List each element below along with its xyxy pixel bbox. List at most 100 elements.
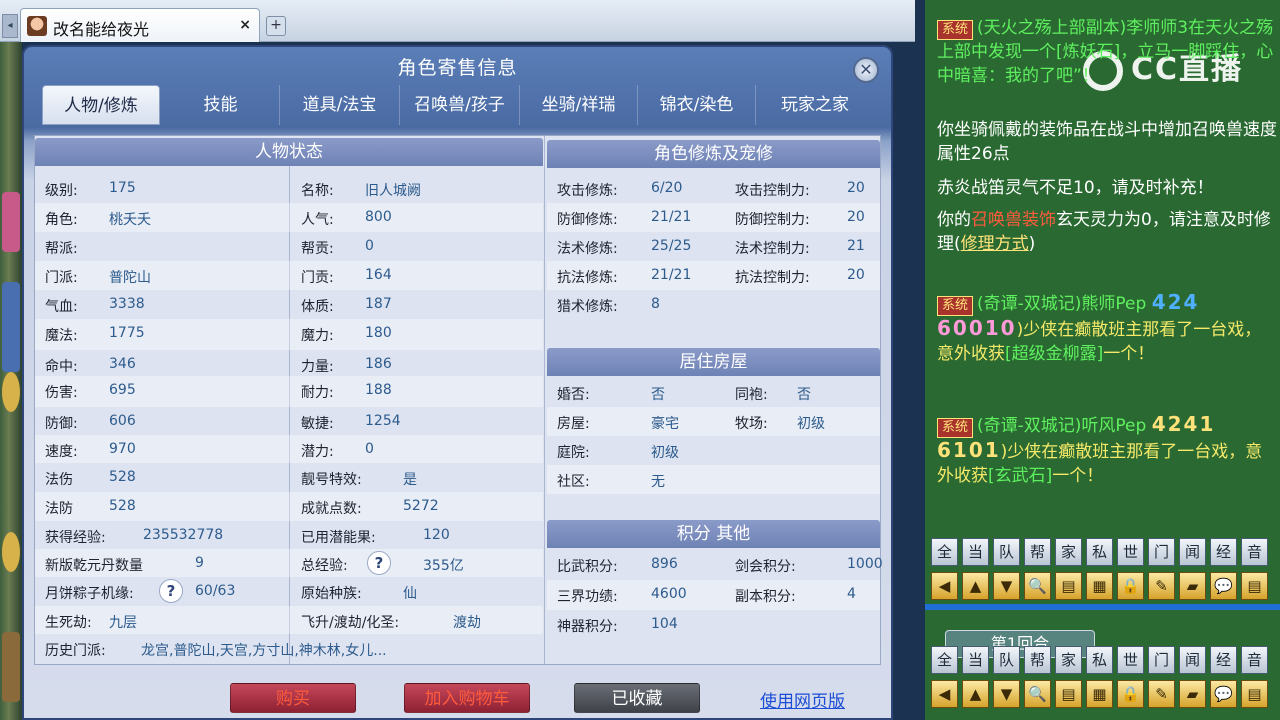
tab-outfits-dye[interactable]: 锦衣/染色 xyxy=(638,85,756,125)
channel-button[interactable]: 门 xyxy=(1148,646,1175,674)
channel-button[interactable]: 经 xyxy=(1210,646,1237,674)
repair-method-link[interactable]: 修理方式 xyxy=(961,234,1029,254)
channel-button[interactable]: 当 xyxy=(962,646,989,674)
channel-button[interactable]: 私 xyxy=(1086,538,1113,566)
web-version-link[interactable]: 使用网页版 xyxy=(760,687,845,712)
tool-button[interactable]: 🔒 xyxy=(1117,572,1144,600)
cultivation-value: 20 xyxy=(847,267,865,283)
tool-button[interactable]: ▼ xyxy=(993,572,1020,600)
cultivation-row: 法术修炼: 25/25 法术控制力: 21 xyxy=(547,232,880,261)
cultivation-grid: 攻击修炼: 6/20 攻击控制力: 20 防御修炼: 21/21 防御控制力: 20 法术修炼:… xyxy=(547,174,880,319)
stat-value: 0 xyxy=(365,441,374,457)
tool-button[interactable]: 🔒 xyxy=(1117,680,1144,708)
points-label: 比武积分: xyxy=(557,559,618,575)
cultivation-value: 20 xyxy=(847,180,865,196)
channel-button[interactable]: 全 xyxy=(931,538,958,566)
message-text: (奇谭-双城记)熊师Pep xyxy=(977,294,1147,314)
tool-button[interactable]: ◀ xyxy=(931,572,958,600)
housing-row: 婚否: 否 同袍: 否 xyxy=(547,378,880,407)
tab-favicon-icon xyxy=(27,16,47,36)
stat-value: 1254 xyxy=(365,413,401,429)
channel-button[interactable]: 当 xyxy=(962,538,989,566)
channel-button[interactable]: 家 xyxy=(1055,538,1082,566)
housing-label: 庭院: xyxy=(557,445,590,461)
channel-button[interactable]: 经 xyxy=(1210,538,1237,566)
message-text: 一个！ xyxy=(1052,466,1104,486)
tool-button-bar: ◀ ▲ ▼ 🔍 ▤ ▦ 🔒 ✎ ▰ 💬 ▤ xyxy=(931,572,1280,600)
item-link[interactable]: [超级金柳露] xyxy=(1005,344,1103,364)
number-badge: 6101 xyxy=(937,438,1001,462)
channel-button[interactable]: 音 xyxy=(1241,646,1268,674)
housing-label: 社区: xyxy=(557,474,590,490)
tab-mounts[interactable]: 坐骑/祥瑞 xyxy=(520,85,638,125)
tab-scroll-left-button[interactable]: ◂ xyxy=(2,14,18,38)
help-icon[interactable]: ? xyxy=(367,551,391,575)
tool-button[interactable]: ▤ xyxy=(1055,680,1082,708)
channel-button[interactable]: 私 xyxy=(1086,646,1113,674)
number-badge: 60010 xyxy=(937,316,1017,340)
tool-button[interactable]: ▲ xyxy=(962,572,989,600)
tool-button[interactable]: 🔍 xyxy=(1024,680,1051,708)
stat-value: 龙宫,普陀山,天宫,方寸山,神木林,女儿... xyxy=(141,643,387,659)
points-value: 896 xyxy=(651,556,678,572)
channel-button[interactable]: 全 xyxy=(931,646,958,674)
stat-label: 成就点数: xyxy=(301,501,362,517)
channel-button[interactable]: 队 xyxy=(993,538,1020,566)
tab-items-treasures[interactable]: 道具/法宝 xyxy=(280,85,400,125)
stat-value: 9 xyxy=(195,555,204,571)
stat-label: 速度: xyxy=(45,444,78,460)
number-badge: 4241 xyxy=(1151,412,1216,436)
stat-value: 5272 xyxy=(403,498,439,514)
tab-skills[interactable]: 技能 xyxy=(162,85,280,125)
screen: ◂ 改名能给夜光 × + 角色寄售信息 ✕ 人物/修炼 技能 道具/法宝 召唤兽… xyxy=(0,0,1280,720)
tool-button[interactable]: ▦ xyxy=(1086,680,1113,708)
buy-button[interactable]: 购买 xyxy=(230,683,356,713)
tab-player-home[interactable]: 玩家之家 xyxy=(756,85,874,125)
tool-button[interactable]: ✎ xyxy=(1148,680,1175,708)
channel-button[interactable]: 音 xyxy=(1241,538,1268,566)
tab-character-cultivation[interactable]: 人物/修炼 xyxy=(42,85,160,125)
tab-close-icon[interactable]: × xyxy=(239,17,251,33)
help-icon[interactable]: ? xyxy=(159,579,183,603)
tool-button[interactable]: 💬 xyxy=(1210,572,1237,600)
channel-button[interactable]: 帮 xyxy=(1024,646,1051,674)
channel-button[interactable]: 世 xyxy=(1117,646,1144,674)
cultivation-value: 8 xyxy=(651,296,660,312)
browser-page-tab[interactable]: 改名能给夜光 × xyxy=(20,8,260,42)
channel-button[interactable]: 队 xyxy=(993,646,1020,674)
stat-label: 魔力: xyxy=(301,328,334,344)
favorited-button[interactable]: 已收藏 xyxy=(574,683,700,713)
cultivation-label: 攻击控制力: xyxy=(735,183,810,199)
stat-value: 60/63 xyxy=(195,583,236,599)
item-link[interactable]: [玄武石] xyxy=(988,466,1052,486)
new-tab-button[interactable]: + xyxy=(266,16,286,36)
tool-button[interactable]: ▼ xyxy=(993,680,1020,708)
channel-button[interactable]: 世 xyxy=(1117,538,1144,566)
chat-separator xyxy=(925,604,1280,610)
channel-button[interactable]: 门 xyxy=(1148,538,1175,566)
cultivation-label: 抗法控制力: xyxy=(735,270,810,286)
tool-button[interactable]: ▰ xyxy=(1179,572,1206,600)
tool-button[interactable]: ▤ xyxy=(1241,572,1268,600)
dialog-close-icon[interactable]: ✕ xyxy=(853,57,879,83)
channel-button[interactable]: 闻 xyxy=(1179,646,1206,674)
tool-button[interactable]: ✎ xyxy=(1148,572,1175,600)
stat-value: 120 xyxy=(423,527,450,543)
tool-button[interactable]: ▤ xyxy=(1055,572,1082,600)
tool-button[interactable]: ▲ xyxy=(962,680,989,708)
housing-value: 否 xyxy=(651,387,665,403)
message-text: 赤炎战笛灵气不足10，请及时补充！ xyxy=(937,178,1214,198)
tool-button[interactable]: ▦ xyxy=(1086,572,1113,600)
stat-value: 3338 xyxy=(109,296,145,312)
channel-button[interactable]: 家 xyxy=(1055,646,1082,674)
tab-summons-children[interactable]: 召唤兽/孩子 xyxy=(400,85,520,125)
channel-button[interactable]: 帮 xyxy=(1024,538,1051,566)
tool-button[interactable]: ▤ xyxy=(1241,680,1268,708)
tool-button[interactable]: 💬 xyxy=(1210,680,1237,708)
tool-button[interactable]: ▰ xyxy=(1179,680,1206,708)
dialog-tabs: 人物/修炼 技能 道具/法宝 召唤兽/孩子 坐骑/祥瑞 锦衣/染色 玩家之家 xyxy=(42,85,882,125)
tool-button[interactable]: 🔍 xyxy=(1024,572,1051,600)
channel-button[interactable]: 闻 xyxy=(1179,538,1206,566)
tool-button[interactable]: ◀ xyxy=(931,680,958,708)
add-to-cart-button[interactable]: 加入购物车 xyxy=(404,683,530,713)
